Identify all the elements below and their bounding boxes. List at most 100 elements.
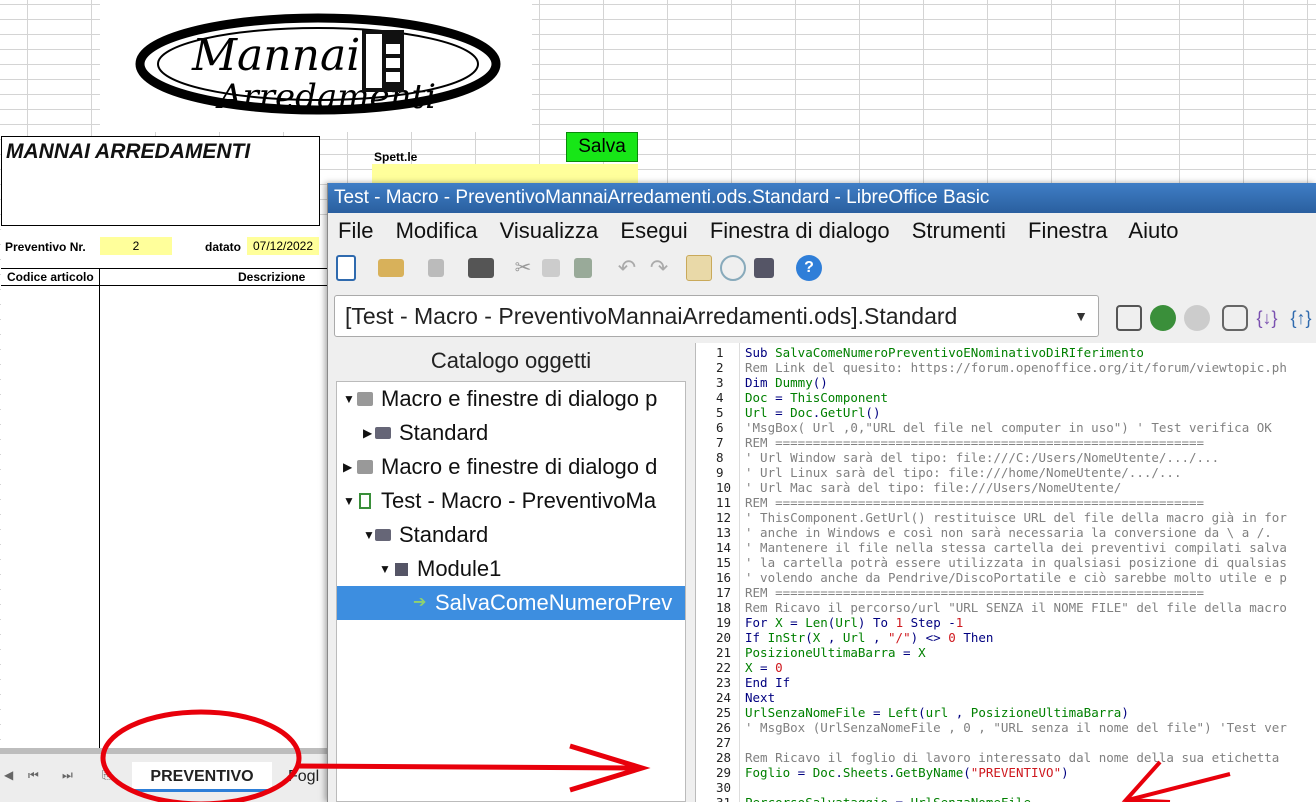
code-line: Rem Ricavo il percorso/url "URL SENZA il…	[745, 600, 1287, 615]
code-line: ' volendo anche da Pendrive/DiscoPortati…	[745, 570, 1287, 585]
tree-item-standard-2[interactable]: ▼ Standard	[337, 518, 685, 552]
company-name: MANNAI ARREDAMENTI	[6, 140, 251, 163]
code-line: REM ====================================…	[745, 495, 1205, 510]
code-line: Doc = ThisComponent	[745, 390, 888, 405]
chevron-down-icon: ▼	[1074, 308, 1088, 324]
line-number: 24	[716, 690, 732, 705]
code-line: ' Mantenere il file nella stessa cartell…	[745, 540, 1287, 555]
code-editor[interactable]: 1 2 3 4 5 6 7 8 9 10 11 12 13 14 15 16 17 18 19 20 21 22 23 24 2…	[695, 343, 1316, 802]
menu-esegui[interactable]: Esegui	[620, 218, 687, 243]
extension-icon[interactable]	[720, 255, 746, 281]
menu-modifica[interactable]: Modifica	[396, 218, 478, 243]
save-icon[interactable]	[428, 259, 444, 277]
line-number: 4	[716, 390, 724, 405]
expanded-icon[interactable]: ▼	[343, 484, 355, 518]
compile-icon[interactable]	[1116, 305, 1142, 331]
next-sheet-icon[interactable]: ⏭	[62, 768, 73, 783]
copy-icon[interactable]	[542, 259, 560, 277]
drive-icon	[357, 460, 373, 474]
descrizione-header: Descrizione	[238, 270, 306, 284]
step-into-icon[interactable]	[1222, 305, 1248, 331]
basic-macros-icon[interactable]	[686, 255, 712, 281]
company-logo: Mannai Arredamenti	[100, 0, 532, 132]
stop-icon[interactable]	[1184, 305, 1210, 331]
code-line: ' la cartella potrà essere utilizzata in…	[745, 555, 1287, 570]
basic-ide-window: Test - Macro - PreventivoMannaiArredamen…	[327, 183, 1316, 802]
menu-finestra[interactable]: Finestra	[1028, 218, 1107, 243]
line-number: 30	[716, 780, 732, 795]
undo-icon[interactable]: ↶	[614, 255, 640, 281]
first-sheet-icon[interactable]: ◀	[4, 768, 13, 782]
prev-sheet-icon[interactable]: ⏮	[28, 768, 39, 783]
catalog-title: Catalogo oggetti	[430, 348, 592, 373]
menu-aiuto[interactable]: Aiuto	[1128, 218, 1178, 243]
code-line: UrlSenzaNomeFile = Left(url , PosizioneU…	[745, 705, 1129, 720]
tree-item-standard-1[interactable]: ▶ Standard	[337, 416, 685, 450]
salva-button[interactable]: Salva	[566, 132, 638, 162]
paste-icon[interactable]	[574, 258, 592, 278]
new-icon[interactable]	[336, 255, 356, 281]
line-number: 7	[716, 435, 724, 450]
spett-label: Spett.le	[374, 150, 418, 164]
codice-header: Codice articolo	[7, 270, 94, 284]
line-number: 15	[716, 555, 732, 570]
line-number: 18	[716, 600, 732, 615]
drive-icon	[357, 392, 373, 406]
step-out-icon[interactable]: {↑}	[1288, 305, 1314, 331]
tree-item-document[interactable]: ▼ Test - Macro - PreventivoMa	[337, 484, 685, 518]
catalog-tree: ▼ Macro e finestre di dialogo p ▶ Standa…	[336, 381, 686, 802]
open-icon[interactable]	[378, 259, 404, 277]
tab-foglio[interactable]: Fogl	[288, 768, 319, 786]
code-text[interactable]: Sub SalvaComeNumeroPreventivoENominativo…	[745, 345, 1287, 802]
help-icon[interactable]: ?	[796, 255, 822, 281]
line-number: 12	[716, 510, 732, 525]
menu-finestra-dialogo[interactable]: Finestra di dialogo	[710, 218, 890, 243]
library-select[interactable]: [Test - Macro - PreventivoMannaiArredame…	[334, 295, 1099, 337]
run-toolbar: {↓} {↑}	[1112, 303, 1316, 333]
line-number: 1	[716, 345, 724, 360]
menu-file[interactable]: File	[338, 218, 373, 243]
macro-icon: ➔	[413, 594, 427, 611]
menu-visualizza[interactable]: Visualizza	[500, 218, 599, 243]
cut-icon[interactable]: ✂	[510, 255, 536, 281]
redo-icon[interactable]: ↷	[646, 255, 672, 281]
code-line: ' Url Window sarà del tipo: file:///C:/U…	[745, 450, 1220, 465]
line-number: 8	[716, 450, 724, 465]
tree-label: Standard	[399, 420, 489, 445]
menu-bar: File Modifica Visualizza Esegui Finestra…	[328, 213, 1316, 249]
collapsed-icon[interactable]: ▶	[363, 416, 372, 450]
datato-label: datato	[205, 240, 241, 254]
tab-preventivo[interactable]: PREVENTIVO	[132, 762, 272, 792]
line-number: 19	[716, 615, 732, 630]
line-number: 20	[716, 630, 732, 645]
expanded-icon[interactable]: ▼	[343, 382, 355, 416]
library-icon	[375, 529, 391, 541]
code-line: Rem Link del quesito: https://forum.open…	[745, 360, 1287, 375]
tree-item-module1[interactable]: ▼ Module1	[337, 552, 685, 586]
dialog-icon[interactable]	[754, 258, 774, 278]
tree-label: Macro e finestre di dialogo d	[381, 454, 658, 479]
step-over-icon[interactable]: {↓}	[1254, 305, 1280, 331]
preventivo-number-cell[interactable]: 2	[100, 237, 172, 255]
menu-strumenti[interactable]: Strumenti	[912, 218, 1006, 243]
tree-item-macro-mie[interactable]: ▼ Macro e finestre di dialogo p	[337, 382, 685, 416]
expanded-icon[interactable]: ▼	[363, 518, 375, 552]
collapsed-icon[interactable]: ▶	[343, 450, 352, 484]
code-line: Next	[745, 690, 776, 705]
run-icon[interactable]	[1150, 305, 1176, 331]
tree-item-macro-libreoffice[interactable]: ▶ Macro e finestre di dialogo d	[337, 450, 685, 484]
expanded-icon[interactable]: ▼	[379, 552, 391, 586]
add-sheet-icon[interactable]: ⎘	[102, 768, 112, 783]
recipient-cell[interactable]	[372, 164, 638, 184]
date-cell[interactable]: 07/12/2022	[247, 237, 319, 255]
print-icon[interactable]	[468, 258, 494, 278]
line-number: 2	[716, 360, 724, 375]
line-number: 22	[716, 660, 732, 675]
line-number: 29	[716, 765, 732, 780]
code-line: Foglio = Doc.Sheets.GetByName("PREVENTIV…	[745, 765, 1069, 780]
code-line: For X = Len(Url) To 1 Step -1	[745, 615, 964, 630]
tree-item-macro-selected[interactable]: ➔ SalvaComeNumeroPrev	[337, 586, 685, 620]
tree-label: Module1	[417, 556, 502, 581]
